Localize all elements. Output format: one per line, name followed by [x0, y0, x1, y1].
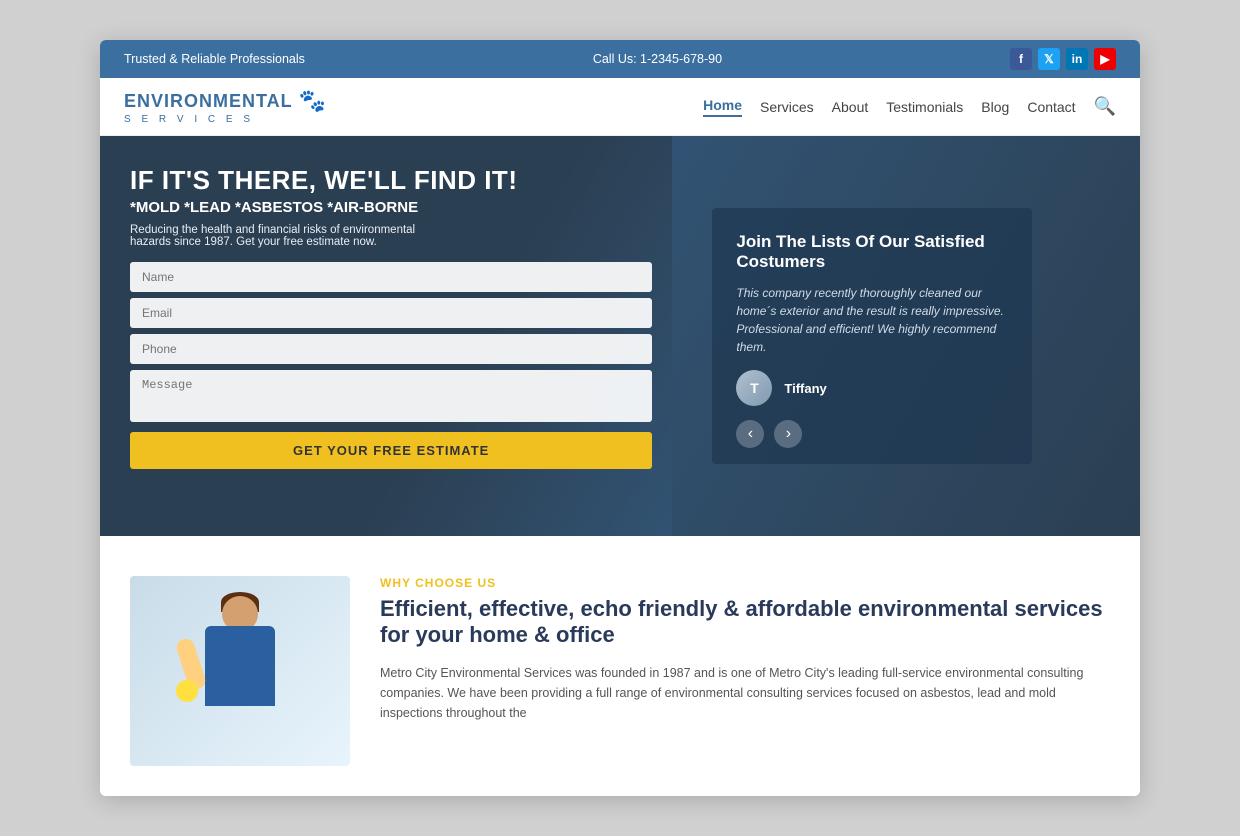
youtube-icon[interactable]: ▶	[1094, 48, 1116, 70]
testimonial-text: This company recently thoroughly cleaned…	[736, 284, 1008, 356]
tagline: Trusted & Reliable Professionals	[124, 52, 305, 66]
why-section: WHY CHOOSE US Efficient, effective, echo…	[100, 536, 1140, 796]
why-content: WHY CHOOSE US Efficient, effective, echo…	[380, 576, 1110, 723]
hero-right: Join The Lists Of Our Satisfied Costumer…	[682, 136, 1140, 536]
search-button[interactable]: 🔍	[1094, 96, 1116, 117]
nav-links: Home Services About Testimonials Blog Co…	[703, 97, 1076, 117]
top-bar: Trusted & Reliable Professionals Call Us…	[100, 40, 1140, 78]
logo-icon: 🐾	[299, 88, 327, 114]
email-input[interactable]	[130, 298, 652, 328]
logo-top: ENVIRONMENTAL 🐾	[124, 88, 327, 114]
hero-left: IF IT'S THERE, WE'LL FIND IT! *MOLD *LEA…	[100, 136, 682, 536]
phone: Call Us: 1-2345-678-90	[305, 52, 1010, 66]
testimonial-title: Join The Lists Of Our Satisfied Costumer…	[736, 232, 1008, 273]
hero-subtitle: *MOLD *LEAD *ASBESTOS *AIR-BORNE	[130, 199, 652, 216]
nav-testimonials[interactable]: Testimonials	[886, 99, 963, 115]
testimonial-prev[interactable]: ‹	[736, 420, 764, 448]
social-icons: f 𝕏 in ▶	[1010, 48, 1116, 70]
facebook-icon[interactable]: f	[1010, 48, 1032, 70]
message-input[interactable]	[130, 370, 652, 422]
testimonial-next[interactable]: ›	[774, 420, 802, 448]
logo-bottom: S E R V I C E S	[124, 114, 254, 125]
browser-frame: Trusted & Reliable Professionals Call Us…	[100, 40, 1140, 796]
testimonial-avatar: T	[736, 370, 772, 406]
why-image	[130, 576, 350, 766]
estimate-button[interactable]: GET YOUR FREE ESTIMATE	[130, 432, 652, 469]
person-body	[205, 626, 275, 706]
why-title: Efficient, effective, echo friendly & af…	[380, 596, 1110, 649]
twitter-icon[interactable]: 𝕏	[1038, 48, 1060, 70]
name-input[interactable]	[130, 262, 652, 292]
hero-description: Reducing the health and financial risks …	[130, 224, 450, 248]
estimate-form: GET YOUR FREE ESTIMATE	[130, 262, 652, 469]
nav-blog[interactable]: Blog	[981, 99, 1009, 115]
linkedin-icon[interactable]: in	[1066, 48, 1088, 70]
hero-content: IF IT'S THERE, WE'LL FIND IT! *MOLD *LEA…	[100, 136, 1140, 536]
person-glove	[176, 680, 198, 702]
why-label: WHY CHOOSE US	[380, 576, 1110, 590]
testimonial-author: Tiffany	[784, 381, 826, 396]
testimonial-nav: ‹ ›	[736, 420, 1008, 448]
testimonial-footer: T Tiffany	[736, 370, 1008, 406]
nav-about[interactable]: About	[832, 99, 869, 115]
nav-bar: ENVIRONMENTAL 🐾 S E R V I C E S Home Ser…	[100, 78, 1140, 136]
hero-title: IF IT'S THERE, WE'LL FIND IT!	[130, 166, 652, 195]
nav-contact[interactable]: Contact	[1027, 99, 1075, 115]
phone-input[interactable]	[130, 334, 652, 364]
person-illustration	[170, 586, 310, 766]
logo: ENVIRONMENTAL 🐾 S E R V I C E S	[124, 88, 327, 125]
hero-section: IF IT'S THERE, WE'LL FIND IT! *MOLD *LEA…	[100, 136, 1140, 536]
testimonial-card: Join The Lists Of Our Satisfied Costumer…	[712, 208, 1032, 465]
why-text: Metro City Environmental Services was fo…	[380, 663, 1110, 723]
nav-home[interactable]: Home	[703, 97, 742, 117]
nav-services[interactable]: Services	[760, 99, 814, 115]
